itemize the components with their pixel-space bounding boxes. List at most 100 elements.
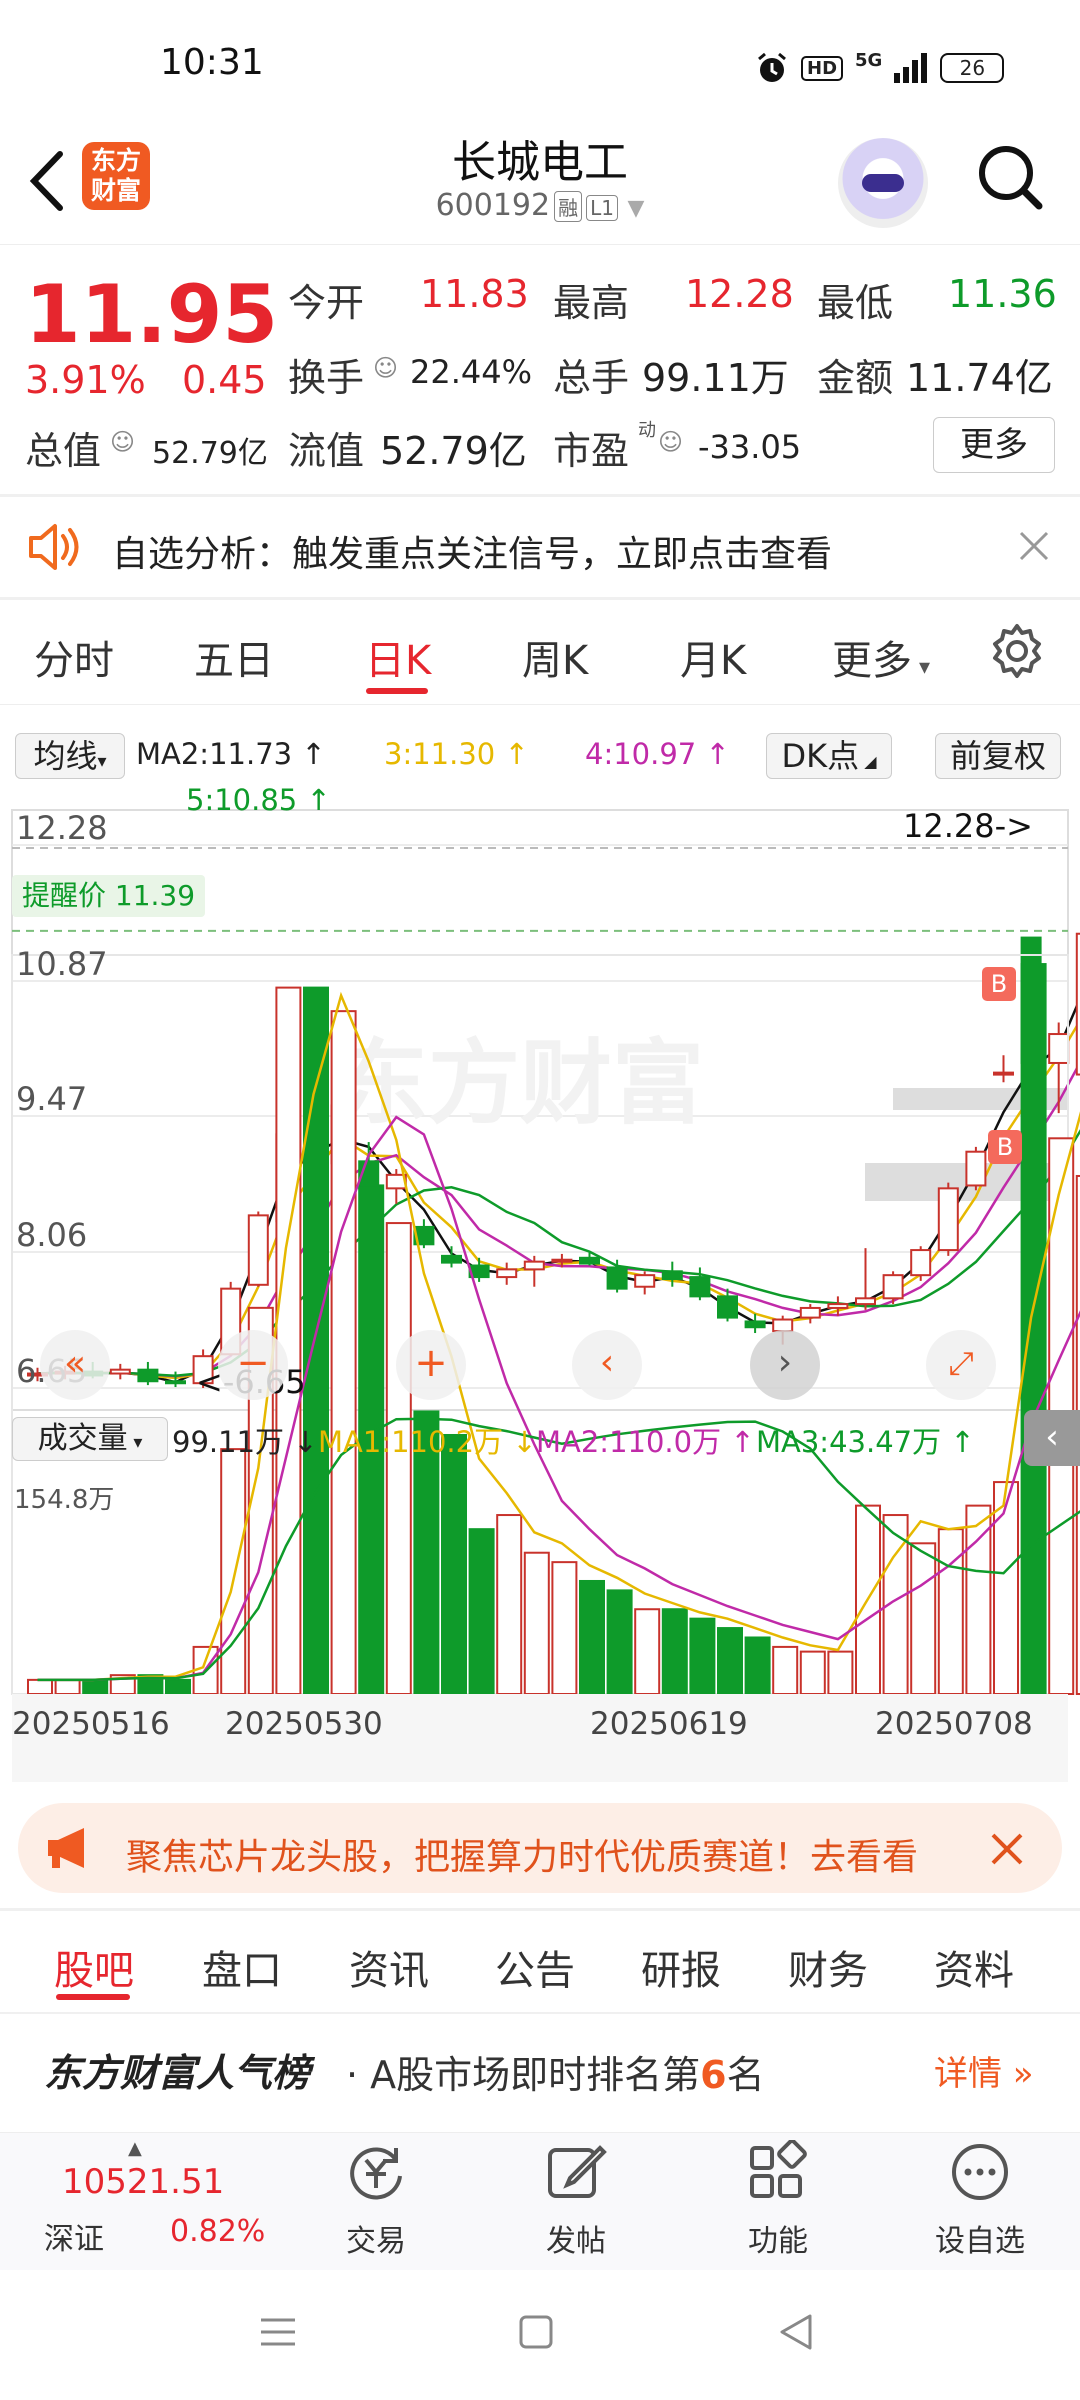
volume-bar [165, 1678, 191, 1695]
index-value[interactable]: 10521.51 [62, 2162, 224, 2202]
info-icon[interactable]: ☺ [373, 354, 398, 382]
candle-body [523, 1260, 545, 1271]
candle-body [882, 1274, 904, 1300]
candle-body [496, 1268, 518, 1279]
candle-body [661, 1270, 683, 1281]
volume-bar [579, 1579, 605, 1695]
trade-icon[interactable] [344, 2140, 408, 2204]
ma5-value: 5:10.85 ↑ [186, 783, 331, 817]
dk-point-button[interactable]: DK点 ◢ [766, 733, 892, 779]
change-percent: 3.91% [25, 358, 146, 402]
x-tick-label: 20250516 [12, 1706, 170, 1742]
compose-icon[interactable] [544, 2140, 608, 2204]
info-icon[interactable]: ☺ [110, 428, 135, 456]
kline-chart-area[interactable]: 东方财富 12.2810.879.478.066.65 202505162025… [0, 705, 1080, 1787]
tab-news[interactable]: 资讯 [349, 1938, 429, 1996]
pe-sup: 动 [638, 420, 656, 441]
tab-daily-k[interactable]: 日K [365, 628, 431, 686]
tab-guba[interactable]: 股吧 [54, 1938, 134, 1996]
menu-icon[interactable] [258, 2312, 298, 2352]
tab-orderbook[interactable]: 盘口 [202, 1938, 282, 1996]
volume-bar [82, 1678, 109, 1695]
back-icon[interactable] [776, 2312, 816, 2352]
candle-body [137, 1368, 159, 1383]
candle-body [579, 1256, 600, 1265]
index-change: 0.82% [170, 2214, 266, 2249]
gear-icon[interactable] [988, 622, 1046, 680]
volume-selector[interactable]: 成交量 ▾ [12, 1417, 168, 1461]
high-label: 最高 [553, 281, 630, 325]
candle-body [855, 1297, 876, 1306]
megaphone-icon [48, 1828, 84, 1868]
tab-monthly-k[interactable]: 月K [680, 628, 746, 686]
candle-body [993, 1071, 1014, 1076]
info-icon[interactable]: ☺ [658, 428, 683, 456]
price-tick-label: 10.87 [16, 945, 108, 983]
volume-bar [275, 986, 302, 1695]
amount-label: 金额 [817, 356, 894, 400]
level-tag: L1 [586, 195, 618, 221]
volume-bar [744, 1636, 771, 1695]
ranking-detail-link[interactable]: 详情 » [934, 2046, 1034, 2095]
ma3-value: 3:11.30 ↑ [384, 737, 529, 771]
tab-more[interactable]: 更多 ▾ [832, 628, 930, 686]
search-icon[interactable] [975, 142, 1045, 212]
caret-down-icon: ▾ [127, 1432, 143, 1453]
buy-marker[interactable]: B [982, 967, 1016, 1001]
tab-financials[interactable]: 财务 [788, 1938, 868, 1996]
tab-five-day[interactable]: 五日 [194, 628, 274, 686]
adjust-button[interactable]: 前复权 [935, 733, 1061, 779]
buy-marker[interactable]: B [988, 1130, 1022, 1164]
rewind-icon[interactable]: « [40, 1330, 110, 1400]
volume-max-label: 154.8万 [14, 1485, 115, 1515]
post-label[interactable]: 发帖 [544, 2216, 608, 2260]
home-icon[interactable] [518, 2314, 554, 2350]
assistant-avatar[interactable] [838, 138, 928, 228]
chevron-right-icon[interactable]: › [750, 1330, 820, 1400]
close-icon[interactable] [990, 1832, 1024, 1866]
apps-icon[interactable] [746, 2140, 810, 2204]
volume-bar [54, 1678, 81, 1695]
collapse-panel-icon[interactable]: ‹ [1024, 1410, 1080, 1466]
volume-bar [799, 1650, 826, 1695]
more-button[interactable]: 更多 [933, 417, 1055, 473]
tab-weekly-k[interactable]: 周K [522, 628, 588, 686]
alert-text: 自选分析：触发重点关注信号，立即点击查看 [112, 534, 833, 575]
add-watchlist-label[interactable]: 设自选 [928, 2216, 1032, 2260]
mktcap-value: 52.79亿 [152, 436, 268, 471]
corner-icon: ◢ [859, 752, 877, 771]
fullscreen-icon[interactable]: ⤢ [926, 1330, 996, 1400]
volume-bar [827, 1650, 854, 1695]
index-name: 深证 [44, 2222, 104, 2257]
tab-research[interactable]: 研报 [641, 1938, 721, 1996]
zoom-in-icon[interactable]: + [396, 1330, 466, 1400]
candle-body [165, 1380, 186, 1385]
kline-chart[interactable]: 东方财富 12.2810.879.478.066.65 202505162025… [0, 705, 1080, 1787]
pe-value: -33.05 [698, 428, 802, 466]
tab-intraday[interactable]: 分时 [34, 628, 114, 686]
high-marker: 12.28-> [903, 807, 1033, 845]
x-tick-label: 20250708 [875, 1706, 1033, 1742]
more-dots-icon[interactable] [948, 2140, 1012, 2204]
candle-body [965, 1150, 987, 1187]
trade-label[interactable]: 交易 [344, 2216, 408, 2260]
tab-profile[interactable]: 资料 [934, 1938, 1014, 1996]
candle-body [827, 1303, 849, 1309]
tab-announcements[interactable]: 公告 [495, 1938, 575, 1996]
price-tick-label: 8.06 [16, 1216, 87, 1254]
candle-body [744, 1320, 766, 1329]
zoom-out-icon[interactable]: − [218, 1330, 288, 1400]
volume-bar [220, 1448, 247, 1695]
volume-bar [468, 1528, 495, 1696]
volume-bar [689, 1617, 716, 1696]
amount-value: 11.74亿 [906, 356, 1053, 400]
change-amount: 0.45 [182, 358, 267, 402]
ranking-text: · A股市场即时排名第6名 [346, 2053, 765, 2097]
close-icon[interactable] [1018, 530, 1050, 562]
low-label: 最低 [817, 281, 894, 325]
volume-label: 总手 [553, 356, 630, 400]
volume-bar [523, 1551, 550, 1696]
chevron-left-icon[interactable]: ‹ [572, 1330, 642, 1400]
ma-selector[interactable]: 均线▾ [15, 733, 125, 779]
functions-label[interactable]: 功能 [746, 2216, 810, 2260]
